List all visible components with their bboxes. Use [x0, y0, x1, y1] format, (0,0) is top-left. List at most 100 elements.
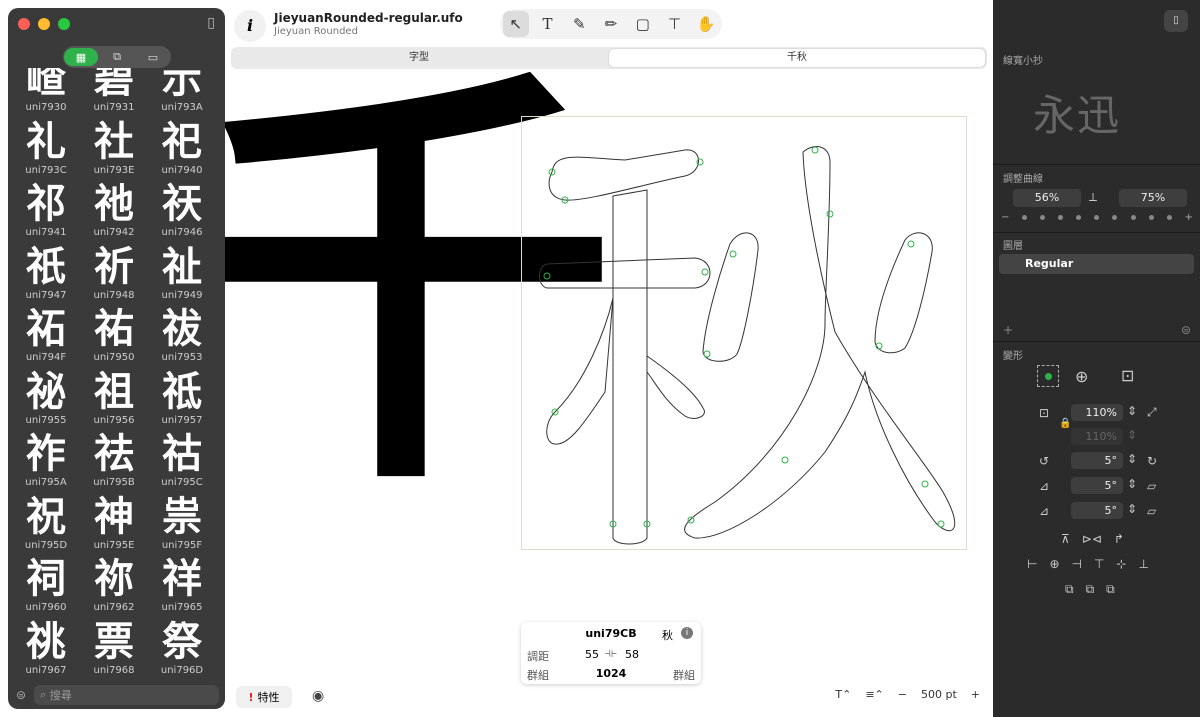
rsb-field[interactable]: 58 [625, 648, 639, 661]
align-icon[interactable]: ≡⌃ [865, 688, 883, 701]
edit-canvas[interactable]: 千 [225, 72, 993, 680]
text-size-icon[interactable]: T⌃ [835, 688, 851, 701]
scale-y-field[interactable]: 110% [1071, 428, 1123, 445]
sidebar-toggle-icon[interactable]: ▯ [207, 15, 215, 31]
inspector-toggle-icon[interactable]: ▯ [1164, 10, 1188, 32]
rotate-stepper[interactable]: ⇕ [1127, 452, 1137, 466]
glyph-cell[interactable]: 祗 uni7957 [148, 369, 216, 431]
glyph-cell[interactable]: 祇 uni7947 [12, 244, 80, 306]
glyph-cell[interactable]: 嵖 uni7930 [12, 68, 80, 118]
layer-item-regular[interactable]: Regular [999, 254, 1194, 274]
align-left-icon[interactable]: ⊢ [1027, 557, 1037, 571]
spacing-link-icon[interactable]: ⟛ [605, 646, 617, 661]
rotate-ccw-icon[interactable]: ↺ [1039, 454, 1049, 468]
glyph-cell[interactable]: 祝 uni795D [12, 494, 80, 556]
zoom-out-icon[interactable]: − [898, 688, 907, 701]
flip-horizontal-icon[interactable]: ⊳⊲ [1082, 532, 1102, 546]
text-tool-icon[interactable]: T [535, 11, 561, 37]
anchor-selector-icon[interactable] [1037, 365, 1059, 387]
rotate-cw-icon[interactable]: ↻ [1147, 454, 1157, 468]
center-origin-icon[interactable]: ⊡ [1121, 366, 1134, 385]
align-center-icon[interactable]: ⊕ [1049, 557, 1059, 571]
glyph-cell[interactable]: 神 uni795E [80, 494, 148, 556]
glyph-cell[interactable]: 祐 uni7950 [80, 306, 148, 368]
glyph-cell[interactable]: 祭 uni796D [148, 619, 216, 681]
lock-icon[interactable]: 🔒 [1059, 418, 1071, 429]
eye-icon[interactable]: ◉ [312, 688, 324, 704]
glyph-outline[interactable] [225, 72, 993, 680]
glyph-cell[interactable]: 祚 uni795A [12, 431, 80, 493]
glyph-cell[interactable]: 祏 uni794F [12, 306, 80, 368]
rotate-field[interactable]: 5° [1071, 452, 1123, 469]
skew-stepper[interactable]: ⇕ [1127, 477, 1137, 491]
plus-icon[interactable]: + [1185, 212, 1193, 223]
scale-up-icon[interactable]: ⤢ [1147, 405, 1157, 420]
align-bottom-icon[interactable]: ⊥ [1138, 557, 1148, 571]
minus-icon[interactable]: − [1001, 212, 1009, 223]
glyph-cell[interactable]: 祠 uni7960 [12, 556, 80, 618]
glyph-cell[interactable]: 祢 uni7962 [80, 556, 148, 618]
tab-font[interactable]: 字型 [231, 47, 607, 69]
align-top-icon[interactable]: ⊤ [1094, 557, 1104, 571]
grid-view-icon[interactable]: ▦ [64, 48, 98, 66]
intersect-icon[interactable]: ⧉ [1106, 582, 1115, 597]
glyph-cell[interactable]: 祛 uni795B [80, 431, 148, 493]
properties-button[interactable]: ! 特性 [236, 686, 292, 708]
curve-link-icon[interactable]: ⟂ [1089, 190, 1097, 205]
zoom-value[interactable]: 500 pt [921, 688, 957, 701]
glyph-cell[interactable]: 祧 uni7967 [12, 619, 80, 681]
glyph-cell[interactable]: 祉 uni7949 [148, 244, 216, 306]
glyph-cell[interactable]: 祓 uni7953 [148, 306, 216, 368]
scale-field[interactable]: 110% [1071, 404, 1123, 421]
glyph-cell[interactable]: 祁 uni7941 [12, 181, 80, 243]
tab-glyph-set[interactable]: 千秋 [609, 49, 985, 67]
info-icon[interactable]: i [234, 10, 266, 42]
close-button[interactable] [18, 18, 30, 30]
align-right-icon[interactable]: ⊣ [1072, 557, 1082, 571]
glyph-info-icon[interactable]: i [681, 627, 693, 639]
skew-right-icon[interactable]: ▱ [1147, 479, 1156, 493]
skew-down-icon[interactable]: ⊿ [1039, 504, 1049, 518]
shape-tool-icon[interactable]: ▢ [630, 11, 656, 37]
rotate-90-icon[interactable]: ↱ [1114, 532, 1124, 546]
scale-stepper[interactable]: ⇕ [1127, 404, 1137, 418]
minimize-button[interactable] [38, 18, 50, 30]
curve-right-field[interactable]: 75% [1119, 189, 1187, 207]
scale-icon[interactable]: ⊡ [1039, 406, 1049, 420]
add-layer-icon[interactable]: + [1003, 323, 1013, 337]
align-middle-icon[interactable]: ⊹ [1116, 557, 1126, 571]
zoom-button[interactable] [58, 18, 70, 30]
union-icon[interactable]: ⧉ [1065, 582, 1074, 597]
glyph-cell[interactable]: 礼 uni793C [12, 119, 80, 181]
filter-icon[interactable]: ⊜ [16, 688, 26, 702]
scale-y-stepper[interactable]: ⇕ [1127, 428, 1137, 442]
flip-vertical-icon[interactable]: ⊼ [1061, 532, 1070, 546]
skew-left-icon[interactable]: ⊿ [1039, 479, 1049, 493]
pencil-tool-icon[interactable]: ✏ [598, 11, 624, 37]
glyph-cell[interactable]: 祂 uni7942 [80, 181, 148, 243]
zoom-in-icon[interactable]: + [971, 688, 980, 701]
subtract-icon[interactable]: ⧉ [1086, 582, 1095, 597]
pointer-tool-icon[interactable]: ↖ [502, 11, 529, 37]
skew-y-stepper[interactable]: ⇕ [1127, 502, 1137, 516]
glyph-cell[interactable]: 祆 uni7946 [148, 181, 216, 243]
components-view-icon[interactable]: ⧉ [100, 48, 134, 66]
glyph-cell[interactable]: 祟 uni795F [148, 494, 216, 556]
search-field[interactable]: ⌕ 搜尋 [34, 685, 219, 705]
skew-up-icon[interactable]: ▱ [1147, 504, 1156, 518]
glyph-cell[interactable]: 祖 uni7956 [80, 369, 148, 431]
lsb-field[interactable]: 55 [585, 648, 599, 661]
pen-tool-icon[interactable]: ✎ [566, 11, 592, 37]
glyph-cell[interactable]: 祜 uni795C [148, 431, 216, 493]
glyph-cell[interactable]: 祥 uni7965 [148, 556, 216, 618]
skew-y-field[interactable]: 5° [1071, 502, 1123, 519]
glyph-cell[interactable]: 社 uni793E [80, 119, 148, 181]
hand-tool-icon[interactable]: ✋ [693, 11, 719, 37]
measure-tool-icon[interactable]: ⊤ [661, 11, 687, 37]
list-view-icon[interactable]: ▭ [136, 48, 170, 66]
glyph-cell[interactable]: 祈 uni7948 [80, 244, 148, 306]
crosshair-origin-icon[interactable]: ⊕ [1075, 367, 1088, 386]
glyph-cell[interactable]: 祕 uni7955 [12, 369, 80, 431]
curve-slider[interactable]: − + [1001, 212, 1193, 223]
glyph-cell[interactable]: 票 uni7968 [80, 619, 148, 681]
